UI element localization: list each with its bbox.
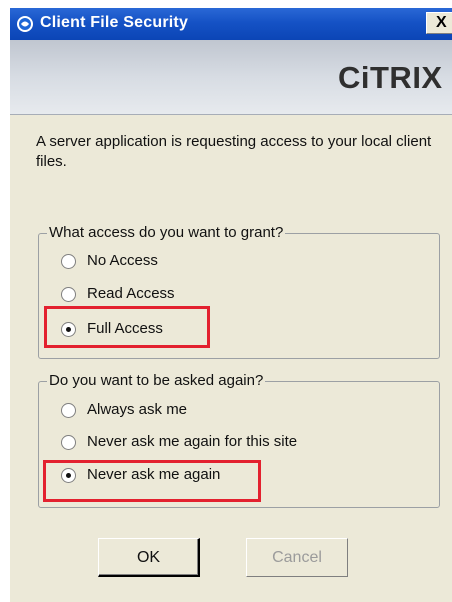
no-access-option[interactable]: No Access	[61, 252, 391, 274]
read-access-label: Read Access	[87, 285, 175, 302]
header-banner: CiTRIX	[10, 40, 452, 115]
ask-again-legend: Do you want to be asked again?	[47, 372, 266, 390]
full-access-option[interactable]: Full Access	[61, 320, 391, 342]
citrix-logo: CiTRIX	[338, 60, 443, 95]
ok-button[interactable]: OK	[98, 538, 200, 577]
always-ask-option[interactable]: Always ask me	[61, 401, 391, 423]
cancel-button[interactable]: Cancel	[246, 538, 348, 577]
never-ask-site-label: Never ask me again for this site	[87, 433, 298, 450]
no-access-label: No Access	[87, 252, 158, 269]
never-ask-option[interactable]: Never ask me again	[61, 466, 391, 488]
read-access-radio[interactable]	[61, 287, 76, 302]
full-access-radio[interactable]	[61, 322, 76, 337]
close-button[interactable]: X	[426, 12, 452, 34]
never-ask-site-radio[interactable]	[61, 435, 76, 450]
client-file-security-dialog: Client File Security X CiTRIX A server a…	[10, 8, 452, 602]
always-ask-radio[interactable]	[61, 403, 76, 418]
read-access-option[interactable]: Read Access	[61, 285, 391, 307]
always-ask-label: Always ask me	[87, 401, 188, 418]
title-bar[interactable]: Client File Security X	[10, 8, 452, 40]
citrix-app-icon	[16, 15, 34, 33]
window-title: Client File Security	[40, 14, 189, 31]
never-ask-site-option[interactable]: Never ask me again for this site	[61, 433, 391, 455]
security-message: A server application is requesting acces…	[36, 133, 432, 170]
access-options-group: What access do you want to grant? No Acc…	[38, 224, 440, 359]
no-access-radio[interactable]	[61, 254, 76, 269]
close-icon: X	[436, 14, 447, 31]
ask-again-group: Do you want to be asked again? Always as…	[38, 372, 440, 508]
access-options-legend: What access do you want to grant?	[47, 224, 286, 242]
full-access-label: Full Access	[87, 320, 163, 337]
never-ask-label: Never ask me again	[87, 466, 221, 483]
never-ask-radio[interactable]	[61, 468, 76, 483]
